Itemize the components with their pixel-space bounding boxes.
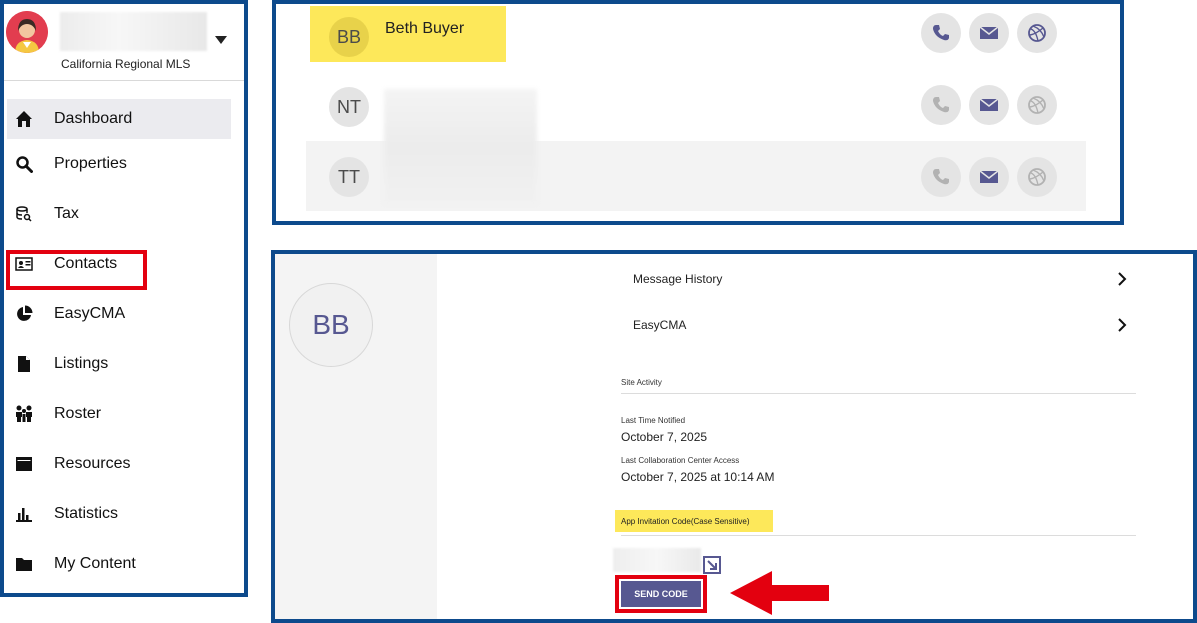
menu-label: EasyCMA: [633, 318, 687, 332]
mail-icon: [979, 170, 999, 183]
profile-header[interactable]: California Regional MLS: [4, 4, 244, 81]
home-icon: [14, 109, 34, 129]
sidebar-item-label: Statistics: [54, 505, 119, 522]
website-button[interactable]: [1017, 85, 1057, 125]
sidebar-item-label: Listings: [54, 355, 109, 372]
folder-icon: [14, 554, 34, 574]
site-activity-heading: Site Activity: [621, 378, 662, 387]
email-button[interactable]: [969, 13, 1009, 53]
organization-name: California Regional MLS: [61, 57, 191, 71]
chevron-right-icon: [1118, 272, 1127, 286]
menu-label: Message History: [633, 272, 723, 286]
sidebar-item-label: EasyCMA: [54, 305, 126, 322]
mail-icon: [979, 98, 999, 111]
sidebar-item-label: Contacts: [54, 255, 118, 272]
contact-initials: TT: [329, 157, 369, 197]
contact-names-redacted: [384, 89, 537, 204]
search-icon: [14, 154, 34, 174]
sidebar-item-my-content[interactable]: My Content: [7, 539, 231, 589]
user-avatar[interactable]: [6, 11, 48, 53]
sidebar-item-label: Roster: [54, 405, 102, 422]
last-access-value: October 7, 2025 at 10:14 AM: [621, 470, 775, 484]
sidebar-item-statistics[interactable]: Statistics: [7, 489, 231, 539]
globe-icon: [1028, 24, 1046, 42]
sidebar-item-label: Tax: [54, 205, 79, 222]
globe-icon: [1028, 168, 1046, 186]
window-icon: [14, 454, 34, 474]
sidebar-item-easycma[interactable]: EasyCMA: [7, 289, 231, 339]
document-icon: [14, 354, 34, 374]
sidebar-item-label: Dashboard: [54, 110, 133, 127]
contacts-list-panel: BB Beth Buyer NT TT: [272, 0, 1124, 225]
caret-down-icon[interactable]: [215, 36, 227, 44]
arrow-left-icon: [730, 571, 829, 615]
user-name-redacted: [60, 12, 207, 51]
email-button[interactable]: [969, 85, 1009, 125]
last-notified-value: October 7, 2025: [621, 430, 708, 444]
sidebar-nav: Dashboard Properties Tax Contacts EasyCM…: [7, 99, 231, 589]
contact-initials: BB: [329, 17, 369, 57]
sidebar-item-listings[interactable]: Listings: [7, 339, 231, 389]
easycma-link[interactable]: EasyCMA: [633, 310, 1129, 340]
sidebar-panel: California Regional MLS Dashboard Proper…: [0, 0, 248, 597]
sidebar-item-contacts[interactable]: Contacts: [7, 239, 231, 289]
phone-icon: [933, 169, 949, 185]
invitation-code-label: App Invitation Code(Case Sensitive): [615, 510, 773, 532]
detail-avatar-column: BB: [275, 254, 437, 619]
last-access-label: Last Collaboration Center Access: [621, 456, 740, 465]
sidebar-item-roster[interactable]: Roster: [7, 389, 231, 439]
last-notified-label: Last Time Notified: [621, 416, 686, 425]
sidebar-item-properties[interactable]: Properties: [7, 139, 231, 189]
pie-chart-icon: [14, 304, 34, 324]
mail-icon: [979, 26, 999, 39]
contact-card-icon: [14, 254, 34, 274]
phone-icon: [933, 97, 949, 113]
send-code-button[interactable]: SEND CODE: [621, 581, 701, 607]
contact-detail-panel: BB Message History EasyCMA Site Activity…: [271, 250, 1197, 623]
contact-avatar: BB: [289, 283, 373, 367]
message-history-link[interactable]: Message History: [633, 264, 1129, 294]
website-button[interactable]: [1017, 157, 1057, 197]
database-search-icon: [14, 204, 34, 224]
divider: [621, 393, 1136, 394]
sidebar-item-label: My Content: [54, 555, 136, 572]
contact-name[interactable]: Beth Buyer: [385, 20, 464, 38]
website-button[interactable]: [1017, 13, 1057, 53]
sidebar-item-dashboard[interactable]: Dashboard: [7, 99, 231, 139]
email-button[interactable]: [969, 157, 1009, 197]
sidebar-item-label: Resources: [54, 455, 131, 472]
call-button[interactable]: [921, 85, 961, 125]
sidebar-item-tax[interactable]: Tax: [7, 189, 231, 239]
divider: [621, 535, 1136, 536]
sidebar-item-resources[interactable]: Resources: [7, 439, 231, 489]
call-button[interactable]: [921, 13, 961, 53]
contact-initials: NT: [329, 87, 369, 127]
bar-chart-icon: [14, 504, 34, 524]
globe-icon: [1028, 96, 1046, 114]
chevron-right-icon: [1118, 318, 1127, 332]
call-button[interactable]: [921, 157, 961, 197]
sidebar-item-label: Properties: [54, 155, 127, 172]
copy-icon[interactable]: [703, 556, 721, 574]
invitation-code-redacted: [613, 548, 701, 572]
phone-icon: [933, 25, 949, 41]
people-icon: [14, 404, 34, 424]
